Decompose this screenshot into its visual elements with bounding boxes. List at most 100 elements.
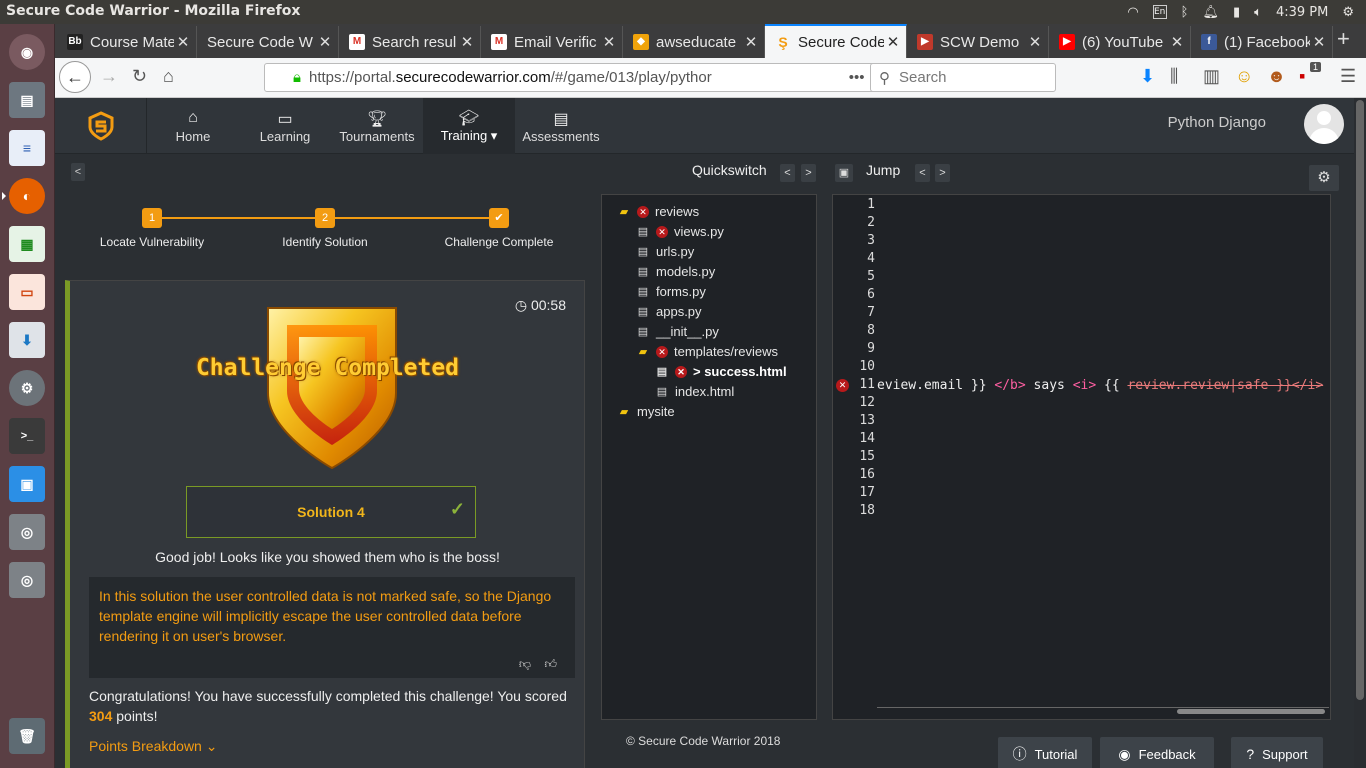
jump-prev-button[interactable]: < <box>915 164 930 182</box>
close-icon[interactable]: ✕ <box>600 33 618 51</box>
browser-tab[interactable]: Bb Course Mate ✕ <box>57 26 197 58</box>
lock-icon[interactable]: 🔒︎ <box>293 69 301 86</box>
writer-icon[interactable]: ≡ <box>9 130 45 166</box>
settings-gear-icon[interactable]: ⚙ <box>1309 165 1339 191</box>
scrollbar-thumb[interactable] <box>1177 709 1325 714</box>
browser-tab[interactable]: ◆ awseducate ✕ <box>623 26 765 58</box>
notification-bell-icon[interactable]: 🔔︎ <box>1202 5 1219 20</box>
impress-icon[interactable]: ▭ <box>9 274 45 310</box>
keyboard-layout-indicator[interactable]: En <box>1152 5 1167 19</box>
page-actions-icon[interactable]: ••• <box>849 69 865 86</box>
scw-logo[interactable] <box>55 98 147 154</box>
close-icon[interactable]: ✕ <box>316 33 334 51</box>
browser-tab-active[interactable]: Ş Secure Code ✕ <box>765 24 907 58</box>
page-scrollbar[interactable] <box>1354 98 1366 768</box>
tree-file[interactable]: ▤ forms.py <box>637 284 706 299</box>
battery-icon[interactable]: ▮ <box>1233 5 1240 20</box>
browser-tab[interactable]: M Email Verific ✕ <box>481 26 623 58</box>
nav-learning[interactable]: ▭ Learning <box>239 98 331 154</box>
home-icon[interactable]: ⌂ <box>163 66 174 87</box>
tree-file-selected[interactable]: ▤ ✕ > success.html <box>656 364 787 379</box>
collapse-panel-button[interactable]: < <box>71 163 85 181</box>
download-icon[interactable]: ⬇ <box>1140 66 1155 87</box>
browser-tab[interactable]: Secure Code W ✕ <box>197 26 339 58</box>
folder-open-icon: ▰ <box>638 346 648 358</box>
close-icon[interactable]: ✕ <box>174 33 192 51</box>
browser-tab[interactable]: M Search resul ✕ <box>339 26 481 58</box>
line-number: 1 <box>867 197 875 212</box>
file-icon: ▤ <box>637 266 649 278</box>
browser-tab[interactable]: ▶ SCW Demo ✕ <box>907 26 1049 58</box>
power-gear-icon[interactable]: ⚙ <box>1342 5 1354 20</box>
scrollbar-thumb[interactable] <box>1356 100 1364 700</box>
volume-icon[interactable]: 🔈︎ <box>1254 5 1262 20</box>
explanation-text: In this solution the user controlled dat… <box>99 588 552 644</box>
tutorial-button[interactable]: ⓘ Tutorial <box>998 737 1092 768</box>
close-icon[interactable]: ✕ <box>458 33 476 51</box>
avatar[interactable] <box>1304 104 1344 144</box>
search-input[interactable]: ⚲ Search <box>870 63 1056 92</box>
remote-desktop-icon[interactable]: ▣ <box>9 466 45 502</box>
url-bar[interactable]: 🔒︎ https://portal. securecodewarrior.com /… <box>264 63 916 92</box>
horizontal-scrollbar[interactable] <box>877 707 1329 715</box>
tree-file[interactable]: ▤ apps.py <box>637 304 702 319</box>
close-icon[interactable]: ✕ <box>884 33 902 51</box>
clock[interactable]: 4:39 PM <box>1276 5 1328 20</box>
disk-drive-icon[interactable]: ◎ <box>9 514 45 550</box>
nav-training[interactable]: 🎓︎ Training ▾ <box>423 98 515 154</box>
monkey-extension-icon[interactable]: ☻ <box>1267 66 1286 87</box>
forward-arrow-icon[interactable]: → <box>100 66 118 87</box>
sidebar-icon[interactable]: ▥ <box>1203 66 1220 87</box>
software-center-icon[interactable]: ⬇ <box>9 322 45 358</box>
settings-icon[interactable]: ⚙ <box>9 370 45 406</box>
wifi-icon[interactable]: ◠ <box>1127 5 1138 20</box>
tab-title: Email Verific <box>514 33 597 51</box>
tree-file[interactable]: ▤ models.py <box>637 264 715 279</box>
tree-folder-mysite[interactable]: ▰ mysite <box>618 404 675 419</box>
nav-tournaments[interactable]: 🏆︎ Tournaments <box>331 98 423 154</box>
menu-hamburger-icon[interactable]: ☰ <box>1340 66 1356 87</box>
files-icon[interactable]: ▤ <box>9 82 45 118</box>
jump-next-button[interactable]: > <box>935 164 950 182</box>
thumbs-down-icon[interactable]: 👎︎ <box>519 657 531 671</box>
new-tab-plus-icon[interactable]: + <box>1337 26 1350 52</box>
nav-home[interactable]: ⌂ Home <box>147 98 239 154</box>
extension-badge-icon[interactable]: ▪ <box>1299 66 1305 87</box>
reload-icon[interactable]: ↻ <box>132 66 147 87</box>
tree-file[interactable]: ▤ __init__.py <box>637 324 719 339</box>
quickswitch-prev-button[interactable]: < <box>780 164 795 182</box>
trash-icon[interactable]: 🗑︎ <box>9 718 45 754</box>
close-icon[interactable]: ✕ <box>1310 33 1328 51</box>
bluetooth-icon[interactable]: ᛒ <box>1181 5 1189 20</box>
code-editor[interactable]: 1 2 3 4 5 6 7 8 9 10 ✕ 11 12 13 14 15 16… <box>832 194 1331 720</box>
nav-assessments[interactable]: ▤ Assessments <box>515 98 607 154</box>
back-arrow-icon[interactable]: ← <box>59 61 91 93</box>
tree-file[interactable]: ▤ urls.py <box>637 244 695 259</box>
feedback-button[interactable]: ◉ Feedback <box>1100 737 1214 768</box>
disk-drive-icon[interactable]: ◎ <box>9 562 45 598</box>
emoji-extension-icon[interactable]: ☺ <box>1235 66 1253 87</box>
url-domain: securecodewarrior.com <box>395 69 551 86</box>
code-line[interactable]: eview.email }} </b> says <i> {{ review.r… <box>877 377 1329 395</box>
close-icon[interactable]: ✕ <box>742 33 760 51</box>
close-icon[interactable]: ✕ <box>1026 33 1044 51</box>
support-button[interactable]: ? Support <box>1231 737 1323 768</box>
browser-tab[interactable]: f (1) Facebook ✕ <box>1191 26 1333 58</box>
terminal-icon[interactable]: >_ <box>9 418 45 454</box>
line-number: 7 <box>867 305 875 320</box>
tree-file[interactable]: ▤ index.html <box>656 384 734 399</box>
ubuntu-dash-icon[interactable]: ◉ <box>9 34 45 70</box>
fullscreen-icon[interactable]: ▣ <box>835 164 853 182</box>
browser-tab[interactable]: ▶ (6) YouTube ✕ <box>1049 26 1191 58</box>
thumbs-up-icon[interactable]: 👍︎ <box>544 657 557 671</box>
search-placeholder: Search <box>899 69 947 86</box>
tree-folder-templates[interactable]: ▰ ✕ templates/reviews <box>637 344 778 359</box>
close-icon[interactable]: ✕ <box>1168 33 1186 51</box>
firefox-icon[interactable]: ◐ <box>2 178 45 214</box>
tree-file[interactable]: ▤ ✕ views.py <box>637 224 724 239</box>
calc-icon[interactable]: ▦ <box>9 226 45 262</box>
quickswitch-next-button[interactable]: > <box>801 164 816 182</box>
tree-folder-reviews[interactable]: ▰ ✕ reviews <box>618 204 699 219</box>
library-icon[interactable]: ⫼ <box>1170 66 1178 87</box>
points-breakdown-toggle[interactable]: Points Breakdown ⌄ <box>89 738 217 755</box>
